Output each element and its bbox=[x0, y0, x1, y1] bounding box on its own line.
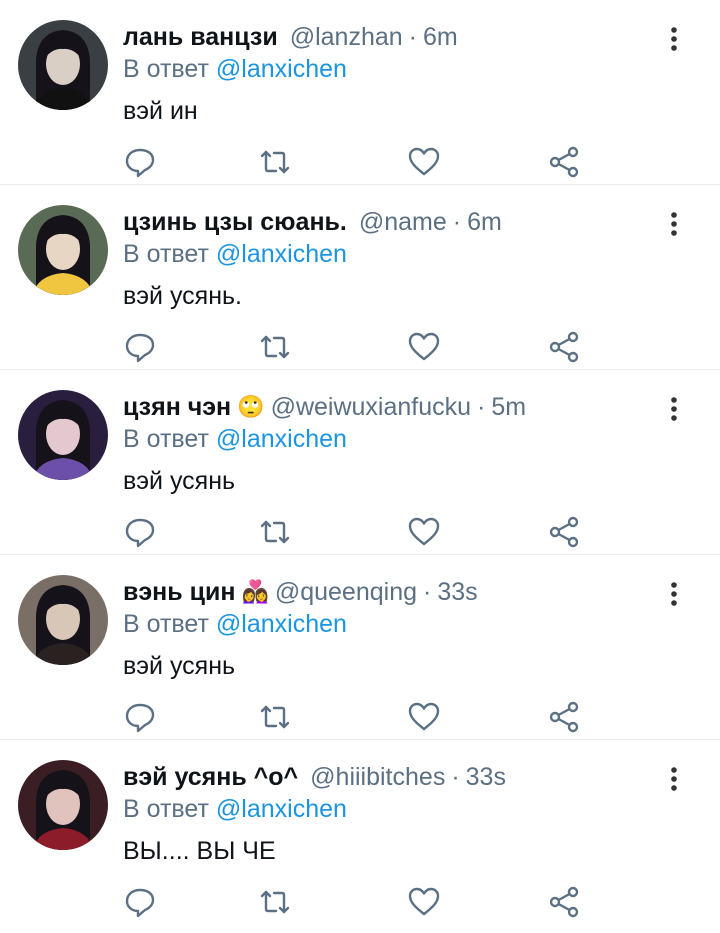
display-name[interactable]: цзян чэн bbox=[123, 392, 231, 422]
avatar-image bbox=[18, 760, 108, 850]
action-bar bbox=[123, 885, 583, 919]
tweet[interactable]: лань ванцзи @lanzhan · 6m В ответ @lanxi… bbox=[0, 0, 720, 185]
share-icon[interactable] bbox=[547, 700, 581, 734]
action-bar bbox=[123, 145, 583, 179]
reply-mention-link[interactable]: @lanxichen bbox=[216, 610, 347, 638]
share-icon[interactable] bbox=[547, 330, 581, 364]
timestamp[interactable]: 33s bbox=[437, 577, 477, 607]
reply-context: В ответ @lanxichen bbox=[123, 424, 660, 454]
display-name[interactable]: лань ванцзи bbox=[123, 22, 278, 52]
action-bar bbox=[123, 700, 583, 734]
display-name[interactable]: цзинь цзы сюань. bbox=[123, 207, 347, 237]
reply-prefix: В ответ bbox=[123, 55, 209, 83]
user-handle[interactable]: @queenqing bbox=[275, 577, 417, 607]
avatar-image bbox=[18, 205, 108, 295]
avatar[interactable] bbox=[18, 760, 108, 850]
action-bar bbox=[123, 330, 583, 364]
separator-dot: · bbox=[423, 578, 432, 606]
avatar-image bbox=[18, 575, 108, 665]
reply-context: В ответ @lanxichen bbox=[123, 239, 660, 269]
more-vertical-icon[interactable] bbox=[664, 26, 684, 52]
retweet-icon[interactable] bbox=[258, 700, 292, 734]
reply-prefix: В ответ bbox=[123, 240, 209, 268]
tweet-feed: лань ванцзи @lanzhan · 6m В ответ @lanxi… bbox=[0, 0, 720, 933]
reply-context: В ответ @lanxichen bbox=[123, 609, 660, 639]
reply-icon[interactable] bbox=[123, 515, 157, 549]
tweet[interactable]: цзян чэн 🙄 @weiwuxianfucku · 5m В ответ … bbox=[0, 370, 720, 555]
reply-mention-link[interactable]: @lanxichen bbox=[216, 240, 347, 268]
more-vertical-icon[interactable] bbox=[664, 211, 684, 237]
retweet-icon[interactable] bbox=[258, 515, 292, 549]
timestamp[interactable]: 6m bbox=[467, 207, 502, 237]
timestamp[interactable]: 5m bbox=[491, 392, 526, 422]
reply-mention-link[interactable]: @lanxichen bbox=[216, 425, 347, 453]
avatar-image bbox=[18, 390, 108, 480]
tweet-text: вэй усянь bbox=[123, 652, 236, 680]
reply-prefix: В ответ bbox=[123, 610, 209, 638]
reply-mention-link[interactable]: @lanxichen bbox=[216, 55, 347, 83]
reply-icon[interactable] bbox=[123, 885, 157, 919]
heart-icon[interactable] bbox=[407, 885, 441, 919]
name-emoji: 👩‍❤️‍👩 bbox=[241, 579, 269, 604]
separator-dot: · bbox=[477, 393, 486, 421]
heart-icon[interactable] bbox=[407, 700, 441, 734]
retweet-icon[interactable] bbox=[258, 885, 292, 919]
tweet-text: вэй усянь bbox=[123, 467, 236, 495]
heart-icon[interactable] bbox=[407, 515, 441, 549]
avatar[interactable] bbox=[18, 390, 108, 480]
reply-prefix: В ответ bbox=[123, 795, 209, 823]
reply-context: В ответ @lanxichen bbox=[123, 54, 660, 84]
timestamp[interactable]: 33s bbox=[466, 762, 506, 792]
reply-icon[interactable] bbox=[123, 700, 157, 734]
timestamp[interactable]: 6m bbox=[423, 22, 458, 52]
tweet[interactable]: вэй усянь ^о^ @hiiibitches · 33s В ответ… bbox=[0, 740, 720, 933]
display-name[interactable]: вэй усянь ^о^ bbox=[123, 762, 298, 792]
tweet-text: вэй усянь. bbox=[123, 282, 242, 310]
tweet[interactable]: цзинь цзы сюань. @name · 6m В ответ @lan… bbox=[0, 185, 720, 370]
heart-icon[interactable] bbox=[407, 145, 441, 179]
user-handle[interactable]: @lanzhan bbox=[290, 22, 403, 52]
reply-mention-link[interactable]: @lanxichen bbox=[216, 795, 347, 823]
share-icon[interactable] bbox=[547, 885, 581, 919]
reply-prefix: В ответ bbox=[123, 425, 209, 453]
display-name[interactable]: вэнь цин bbox=[123, 577, 235, 607]
reply-icon[interactable] bbox=[123, 330, 157, 364]
action-bar bbox=[123, 515, 583, 549]
user-handle[interactable]: @hiiibitches bbox=[310, 762, 445, 792]
share-icon[interactable] bbox=[547, 515, 581, 549]
name-emoji: 🙄 bbox=[237, 394, 265, 419]
more-vertical-icon[interactable] bbox=[664, 581, 684, 607]
more-vertical-icon[interactable] bbox=[664, 766, 684, 792]
user-handle[interactable]: @weiwuxianfucku bbox=[271, 392, 471, 422]
tweet-text: вэй ин bbox=[123, 97, 198, 125]
reply-icon[interactable] bbox=[123, 145, 157, 179]
separator-dot: · bbox=[451, 763, 460, 791]
tweet-text: ВЫ.... ВЫ ЧЕ bbox=[123, 837, 276, 865]
heart-icon[interactable] bbox=[407, 330, 441, 364]
avatar[interactable] bbox=[18, 575, 108, 665]
share-icon[interactable] bbox=[547, 145, 581, 179]
separator-dot: · bbox=[408, 23, 417, 51]
reply-context: В ответ @lanxichen bbox=[123, 794, 660, 824]
more-vertical-icon[interactable] bbox=[664, 396, 684, 422]
avatar[interactable] bbox=[18, 205, 108, 295]
tweet[interactable]: вэнь цин 👩‍❤️‍👩 @queenqing · 33s В ответ… bbox=[0, 555, 720, 740]
avatar-image bbox=[18, 20, 108, 110]
separator-dot: · bbox=[452, 208, 462, 236]
retweet-icon[interactable] bbox=[258, 145, 292, 179]
user-handle[interactable]: @name bbox=[359, 207, 447, 237]
retweet-icon[interactable] bbox=[258, 330, 292, 364]
avatar[interactable] bbox=[18, 20, 108, 110]
